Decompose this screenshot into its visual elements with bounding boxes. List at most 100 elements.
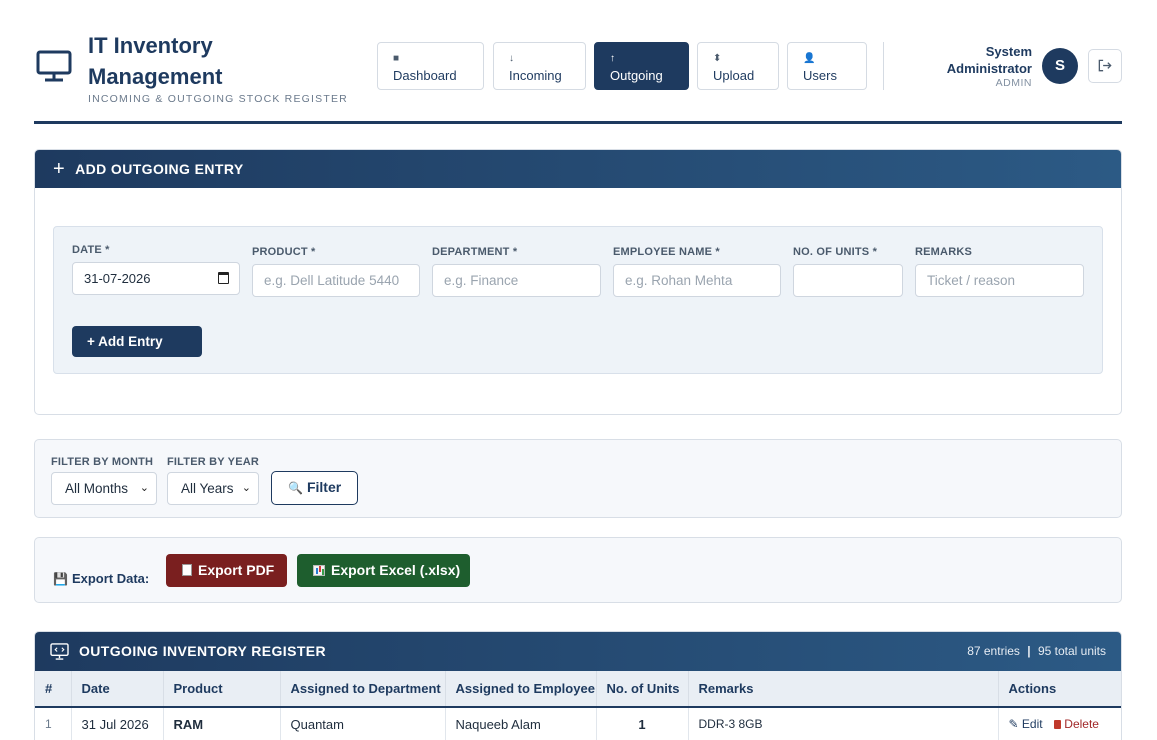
- user-icon: 👤: [803, 53, 816, 64]
- register-header: OUTGOING INVENTORY REGISTER 87 entries |…: [35, 632, 1121, 671]
- remarks-label: REMARKS: [915, 246, 973, 258]
- nav-users-label: Users: [803, 68, 837, 83]
- add-entry-form: DATE * 31-07-2026 PRODUCT * e.g. Dell La…: [53, 226, 1103, 374]
- app-title: IT Inventory Management: [88, 33, 223, 89]
- entries-count: 87 entries: [967, 644, 1020, 658]
- employee-label: EMPLOYEE NAME *: [613, 246, 720, 258]
- month-select-value: All Months: [65, 481, 129, 496]
- export-label-text: Export Data:: [71, 571, 150, 586]
- chevron-down-icon: ⌄: [139, 482, 149, 494]
- arrow-up-icon: ↑: [610, 53, 615, 64]
- row-product: RAM: [163, 707, 281, 740]
- delete-label: Delete: [1064, 717, 1099, 732]
- col-header[interactable]: No. of Units: [596, 671, 689, 708]
- row-number: 1: [35, 707, 72, 740]
- user-name: System Administrator: [946, 44, 1032, 76]
- pencil-icon: ✎: [1008, 717, 1019, 732]
- row-remarks: DDR-3 8GB: [688, 707, 999, 740]
- add-entry-button[interactable]: + Add Entry: [72, 326, 202, 357]
- monitor-code-icon: [50, 643, 69, 660]
- bar-chart-icon: [313, 565, 325, 576]
- date-field[interactable]: 31-07-2026: [72, 262, 240, 295]
- dashboard-icon: ■: [393, 53, 400, 64]
- search-icon: 🔍: [288, 481, 303, 495]
- year-select[interactable]: All Years ⌄: [167, 472, 259, 505]
- nav-incoming[interactable]: ↓ Incoming: [493, 42, 586, 90]
- nav-outgoing[interactable]: ↑ Outgoing: [594, 42, 689, 90]
- user-role: ADMIN: [995, 77, 1032, 89]
- col-header[interactable]: Remarks: [688, 671, 999, 708]
- nav-incoming-label: Incoming: [509, 68, 562, 83]
- row-units: 1: [596, 707, 689, 740]
- filter-month-label: FILTER BY MONTH: [51, 456, 154, 468]
- export-pdf-button[interactable]: Export PDF: [166, 554, 287, 587]
- trash-icon: [1053, 720, 1061, 730]
- add-entry-card: + ADD OUTGOING ENTRY DATE * 31-07-2026 PR…: [34, 149, 1122, 415]
- floppy-disk-icon: 💾: [53, 572, 68, 586]
- app-subtitle: INCOMING & OUTGOING STOCK REGISTER: [88, 93, 348, 105]
- table-header-row: # Date Product Assigned to Department As…: [35, 671, 1121, 708]
- col-header[interactable]: Assigned to Department: [280, 671, 446, 708]
- row-actions: ✎ Edit Delete: [998, 707, 1121, 740]
- col-header: Actions: [998, 671, 1121, 708]
- year-select-value: All Years: [181, 481, 234, 496]
- add-entry-header: + ADD OUTGOING ENTRY: [35, 150, 1121, 188]
- document-icon: [182, 564, 192, 576]
- date-value: 31-07-2026: [84, 271, 151, 286]
- row-employee: Naqueeb Alam: [445, 707, 597, 740]
- logout-button[interactable]: [1088, 49, 1122, 83]
- nav-users[interactable]: 👤 Users: [787, 42, 867, 90]
- nav-divider: [883, 42, 884, 90]
- arrow-down-icon: ↓: [509, 53, 514, 64]
- nav-outgoing-label: Outgoing: [610, 68, 663, 83]
- filter-button-label: Filter: [306, 479, 342, 495]
- month-select[interactable]: All Months ⌄: [51, 472, 157, 505]
- col-header[interactable]: Assigned to Employee: [445, 671, 597, 708]
- calendar-icon[interactable]: [218, 272, 229, 284]
- monitor-icon: [36, 50, 72, 82]
- table-row: 1 31 Jul 2026 RAM Quantam Naqueeb Alam 1…: [35, 707, 1121, 740]
- export-pdf-label: Export PDF: [198, 562, 275, 578]
- units-label: NO. OF UNITS *: [793, 246, 878, 258]
- avatar[interactable]: S: [1042, 48, 1078, 84]
- register-table: # Date Product Assigned to Department As…: [35, 671, 1121, 740]
- remarks-field[interactable]: Ticket / reason: [915, 264, 1084, 297]
- export-label: 💾 Export Data:: [53, 571, 149, 586]
- department-label: DEPARTMENT *: [432, 246, 518, 258]
- nav-dashboard-label: Dashboard: [393, 68, 457, 83]
- nav-upload-label: Upload: [713, 68, 755, 83]
- register-card: OUTGOING INVENTORY REGISTER 87 entries |…: [34, 631, 1122, 740]
- col-header[interactable]: Product: [163, 671, 281, 708]
- plus-icon: +: [53, 158, 66, 180]
- export-excel-button[interactable]: Export Excel (.xlsx): [297, 554, 470, 587]
- export-excel-label: Export Excel (.xlsx): [331, 562, 461, 578]
- product-field[interactable]: e.g. Dell Latitude 5440: [252, 264, 420, 297]
- edit-label: Edit: [1021, 717, 1043, 732]
- row-department: Quantam: [280, 707, 446, 740]
- units-field[interactable]: [793, 264, 903, 297]
- filter-panel: FILTER BY MONTH All Months ⌄ FILTER BY Y…: [34, 439, 1122, 518]
- product-label: PRODUCT *: [252, 246, 316, 258]
- col-header[interactable]: Date: [71, 671, 164, 708]
- filter-button[interactable]: 🔍 Filter: [271, 471, 358, 505]
- row-date: 31 Jul 2026: [71, 707, 164, 740]
- upload-icon: ⬍: [713, 53, 722, 64]
- add-entry-title: ADD OUTGOING ENTRY: [75, 161, 244, 177]
- nav-upload[interactable]: ⬍ Upload: [697, 42, 779, 90]
- register-stats: 87 entries | 95 total units: [967, 632, 1106, 671]
- chevron-down-icon: ⌄: [241, 482, 251, 494]
- edit-button[interactable]: ✎ Edit: [1009, 717, 1046, 731]
- app-header: IT Inventory Management INCOMING & OUTGO…: [34, 26, 1122, 124]
- col-header[interactable]: #: [35, 671, 72, 708]
- stats-separator: |: [1027, 644, 1031, 658]
- register-title: OUTGOING INVENTORY REGISTER: [79, 643, 327, 659]
- delete-button[interactable]: Delete: [1053, 717, 1099, 732]
- total-units: 95 total units: [1037, 644, 1106, 658]
- employee-field[interactable]: e.g. Rohan Mehta: [613, 264, 781, 297]
- logout-icon: [1098, 59, 1112, 72]
- date-label: DATE *: [72, 244, 110, 256]
- export-panel: 💾 Export Data: Export PDF Export Excel (.…: [34, 537, 1122, 603]
- department-field[interactable]: e.g. Finance: [432, 264, 601, 297]
- nav-dashboard[interactable]: ■ Dashboard: [377, 42, 484, 90]
- filter-year-label: FILTER BY YEAR: [167, 456, 260, 468]
